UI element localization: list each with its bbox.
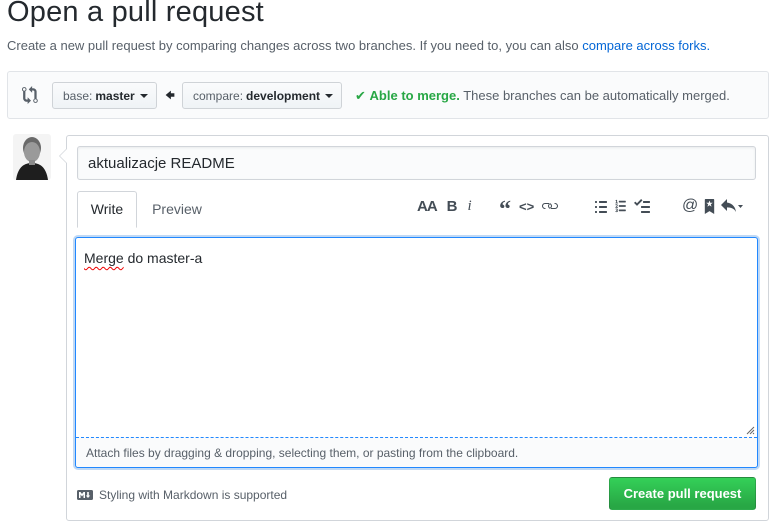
header-button[interactable]: AA xyxy=(417,196,438,216)
title-input[interactable] xyxy=(77,146,756,180)
base-label: base: xyxy=(63,88,93,103)
arrow-left-icon xyxy=(165,90,175,100)
list-toolbar xyxy=(594,196,656,216)
reply-icon[interactable] xyxy=(721,196,744,216)
merge-status-text: These branches can be automatically merg… xyxy=(459,88,730,103)
compare-icon xyxy=(22,86,38,104)
resize-handle-icon[interactable] xyxy=(745,425,755,435)
insert-toolbar: “ <> xyxy=(499,196,564,222)
ordered-list-icon[interactable] xyxy=(614,196,628,216)
subtitle-text: Create a new pull request by comparing c… xyxy=(7,38,583,53)
chevron-down-icon xyxy=(325,93,334,98)
markdown-note-text[interactable]: Styling with Markdown is supported xyxy=(99,488,287,502)
compare-forks-link[interactable]: compare across forks. xyxy=(582,38,710,53)
task-list-icon[interactable] xyxy=(634,196,650,216)
compare-branch-name: development xyxy=(246,88,321,103)
base-branch-name: master xyxy=(95,88,135,103)
page-title: Open a pull request xyxy=(7,0,264,28)
body-first-word: Merge xyxy=(84,250,124,266)
extra-toolbar: @ xyxy=(682,196,749,216)
quote-icon[interactable]: “ xyxy=(499,196,511,222)
bold-button[interactable]: B xyxy=(447,196,458,216)
compare-label: compare: xyxy=(193,88,244,103)
mention-icon[interactable]: @ xyxy=(682,196,698,216)
link-icon[interactable] xyxy=(542,196,559,216)
bookmark-icon[interactable] xyxy=(704,196,715,216)
chevron-down-icon xyxy=(139,93,148,98)
markdown-icon[interactable] xyxy=(77,490,93,500)
create-pull-request-button[interactable]: Create pull request xyxy=(609,477,756,510)
italic-button[interactable]: i xyxy=(468,196,472,216)
body-rest: do master-a xyxy=(123,250,203,266)
unordered-list-icon[interactable] xyxy=(594,196,608,216)
pull-request-form: Write Preview AA B i “ <> @ Merge do xyxy=(59,135,769,521)
branch-range-bar: base: master compare: development ✔ Able… xyxy=(7,71,769,119)
avatar[interactable] xyxy=(13,134,51,180)
format-toolbar: AA B i xyxy=(417,196,478,216)
merge-status: ✔ Able to merge. These branches can be a… xyxy=(355,88,730,104)
base-branch-button[interactable]: base: master xyxy=(52,82,157,109)
tab-write[interactable]: Write xyxy=(77,191,137,228)
attach-files-zone[interactable]: Attach files by dragging & dropping, sel… xyxy=(76,437,757,467)
check-icon: ✔ xyxy=(355,88,366,103)
body-textarea[interactable]: Merge do master-a Attach files by draggi… xyxy=(75,237,758,468)
merge-ok-label: Able to merge. xyxy=(369,88,460,103)
compare-branch-button[interactable]: compare: development xyxy=(182,82,343,109)
tab-preview[interactable]: Preview xyxy=(143,191,211,228)
body-text: Merge do master-a xyxy=(84,250,202,266)
page-subtitle: Create a new pull request by comparing c… xyxy=(7,38,710,53)
markdown-note: Styling with Markdown is supported xyxy=(77,488,287,502)
code-icon[interactable]: <> xyxy=(519,196,534,216)
